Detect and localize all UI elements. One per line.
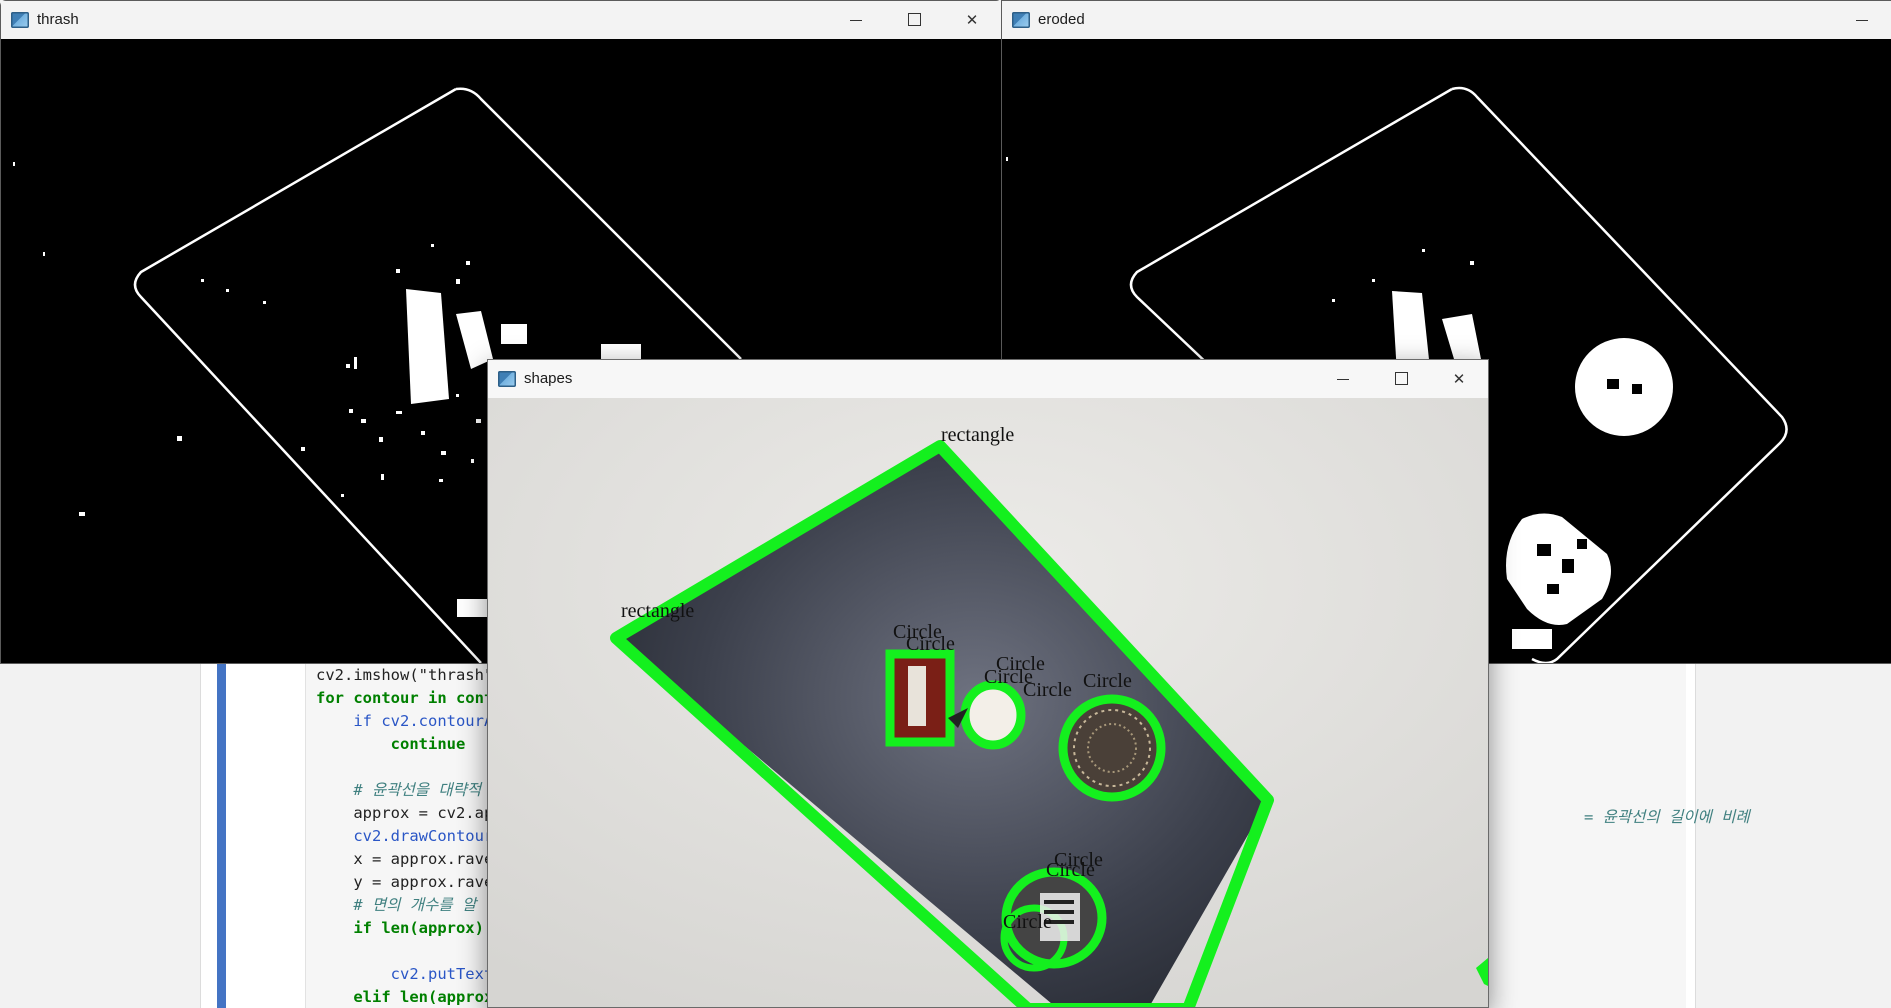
code-comment: = 윤곽선의 길이에 비례: [1584, 808, 1750, 826]
label-rectangle-top: rectangle: [941, 424, 1014, 446]
close-icon: ✕: [1452, 370, 1466, 388]
minimize-button[interactable]: [1833, 1, 1891, 39]
window-title: thrash: [37, 11, 79, 28]
maximize-button[interactable]: [885, 1, 943, 39]
close-button[interactable]: ✕: [1430, 360, 1488, 398]
maximize-icon: [907, 12, 921, 26]
window-title: shapes: [524, 370, 573, 387]
minimize-button[interactable]: [1314, 360, 1372, 398]
window-app-icon: [11, 12, 29, 28]
code-line[interactable]: if cv2.contourAr: [316, 710, 502, 732]
maximize-button[interactable]: [1372, 360, 1430, 398]
maximize-icon: [1394, 371, 1408, 385]
title-bar[interactable]: eroded: [1002, 1, 1891, 40]
title-bar[interactable]: shapes ✕: [488, 360, 1488, 399]
code-line[interactable]: elif len(approx): [316, 986, 502, 1008]
shapes-image: rectangle rectangle Circle Circle Circle…: [488, 398, 1488, 1007]
code-line[interactable]: for contour in conto: [316, 687, 503, 709]
window-app-icon: [1012, 12, 1030, 28]
code-line[interactable]: x = approx.ravel: [316, 848, 502, 870]
code-line[interactable]: cv2.drawContours: [316, 825, 502, 847]
label-circle: Circle: [1083, 670, 1132, 692]
code-line[interactable]: cv2.imshow("thrash",: [316, 664, 503, 686]
code-line[interactable]: # 면의 개수를 알: [316, 894, 476, 916]
minimize-icon: [1856, 19, 1868, 22]
close-icon: ✕: [965, 11, 979, 29]
title-bar[interactable]: thrash ✕: [1, 1, 1001, 40]
label-circle: Circle: [1003, 911, 1052, 933]
code-line[interactable]: y = approx.ravel: [316, 871, 502, 893]
minimize-icon: [1337, 378, 1349, 381]
code-line[interactable]: continue: [316, 733, 466, 755]
close-button[interactable]: ✕: [943, 1, 1001, 39]
window-title: eroded: [1038, 11, 1085, 28]
minimize-button[interactable]: [827, 1, 885, 39]
label-circle: Circle: [1023, 679, 1072, 701]
code-line[interactable]: approx = cv2.app: [316, 802, 502, 824]
minimize-icon: [850, 19, 862, 22]
label-rectangle-left: rectangle: [621, 600, 694, 622]
code-line[interactable]: if len(approx) =: [316, 917, 502, 939]
label-circle: Circle: [906, 633, 955, 655]
code-line[interactable]: cv2.putText(: [316, 963, 503, 985]
window-app-icon: [498, 371, 516, 387]
code-line[interactable]: # 윤곽선을 대략적: [316, 779, 481, 801]
shapes-window[interactable]: shapes ✕ rectangle rectangle Circle Circ…: [487, 359, 1489, 1008]
label-circle: Circle: [1046, 859, 1095, 881]
active-cell-indicator: [217, 664, 226, 1008]
